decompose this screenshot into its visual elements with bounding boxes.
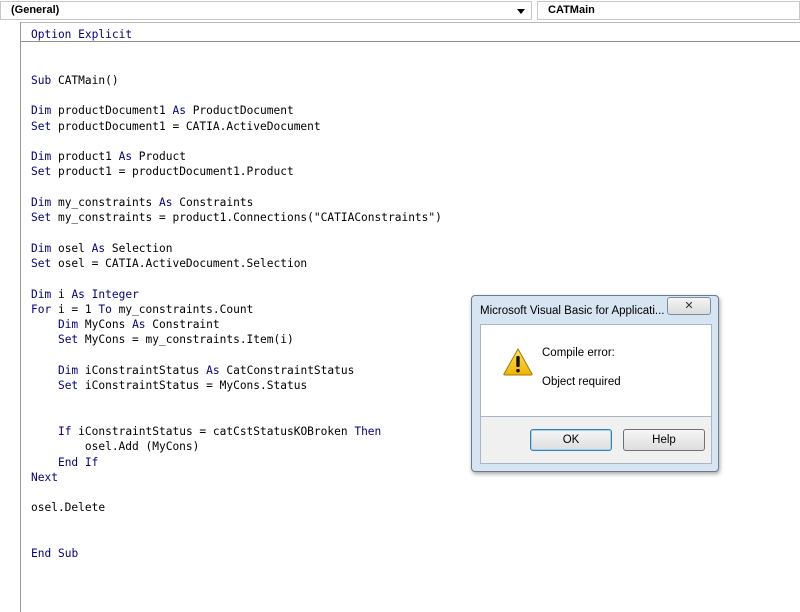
keyword: Set: [57, 333, 79, 347]
help-button[interactable]: Help: [623, 429, 705, 451]
chevron-down-icon[interactable]: [517, 9, 525, 14]
code-line[interactable]: Dim osel As Selection: [31, 241, 172, 256]
keyword: As: [91, 241, 106, 255]
code-line[interactable]: Dim productDocument1 As ProductDocument: [31, 103, 294, 118]
keyword: Dim: [57, 318, 79, 332]
object-combo-value: (General): [11, 4, 60, 16]
procedure-combo-value: CATMain: [548, 4, 595, 16]
code-line[interactable]: Set productDocument1 = CATIA.ActiveDocum…: [31, 119, 321, 134]
keyword: As: [71, 287, 85, 301]
compile-error-dialog: Microsoft Visual Basic for Applicati... …: [471, 295, 719, 472]
code-line[interactable]: Dim iConstraintStatus As CatConstraintSt…: [31, 363, 354, 378]
keyword: Sub: [57, 547, 79, 561]
code-line[interactable]: Set osel = CATIA.ActiveDocument.Selectio…: [31, 256, 307, 271]
ok-button[interactable]: OK: [530, 429, 612, 451]
keyword: Dim: [31, 195, 52, 209]
object-combo[interactable]: (General): [0, 1, 532, 20]
keyword: End: [57, 455, 79, 469]
keyword: As: [132, 318, 146, 332]
keyword: Next: [31, 470, 58, 484]
keyword: Explicit: [78, 28, 133, 41]
keyword: Dim: [31, 150, 52, 164]
keyword: Sub: [31, 73, 52, 87]
keyword: End: [31, 547, 52, 561]
code-line[interactable]: Set product1 = productDocument1.Product: [31, 164, 294, 179]
code-line[interactable]: Set MyCons = my_constraints.Item(i): [31, 332, 294, 347]
keyword: Then: [354, 425, 382, 439]
keyword: Set: [31, 211, 52, 225]
code-window-toolbar: (General) CATMain: [0, 0, 800, 23]
code-line[interactable]: osel.Delete: [31, 500, 105, 515]
dialog-body: Compile error: Object required: [480, 324, 712, 417]
procedure-combo[interactable]: CATMain: [537, 1, 800, 20]
code-line[interactable]: Sub CATMain(): [31, 73, 119, 88]
code-line[interactable]: osel.Add (MyCons): [31, 439, 200, 454]
code-line[interactable]: Set my_constraints = product1.Connection…: [31, 210, 442, 225]
keyword: Option: [31, 28, 72, 41]
keyword: As: [172, 104, 186, 118]
error-title: Compile error:: [542, 347, 615, 359]
code-line[interactable]: If iConstraintStatus = catCstStatusKOBro…: [31, 424, 381, 439]
keyword: Dim: [31, 104, 52, 118]
code-line[interactable]: Option Explicit: [31, 27, 132, 42]
keyword: Set: [31, 257, 52, 271]
keyword: For: [31, 302, 52, 316]
code-line[interactable]: For i = 1 To my_constraints.Count: [31, 302, 253, 317]
code-line[interactable]: End If: [31, 455, 98, 470]
keyword: If: [84, 455, 99, 469]
keyword: Set: [57, 379, 79, 393]
keyword: Set: [31, 119, 52, 133]
code-line[interactable]: Next: [31, 470, 58, 485]
code-line[interactable]: End Sub: [31, 546, 78, 561]
keyword: Set: [31, 165, 52, 179]
close-icon: ✕: [684, 300, 694, 312]
keyword: To: [98, 302, 112, 316]
declarations-separator: [21, 41, 800, 42]
error-message: Object required: [542, 376, 621, 388]
keyword: As: [159, 195, 173, 209]
keyword: Integer: [91, 287, 139, 301]
dialog-title: Microsoft Visual Basic for Applicati...: [480, 305, 665, 317]
code-line[interactable]: Dim product1 As Product: [31, 149, 186, 164]
keyword: As: [206, 363, 220, 377]
keyword: Dim: [31, 287, 52, 301]
code-line[interactable]: Dim my_constraints As Constraints: [31, 195, 253, 210]
close-button[interactable]: ✕: [667, 297, 711, 315]
dialog-footer: OK Help: [480, 417, 712, 464]
keyword: If: [57, 425, 72, 439]
code-line[interactable]: Dim MyCons As Constraint: [31, 317, 220, 332]
keyword: Dim: [31, 241, 52, 255]
code-line[interactable]: Set iConstraintStatus = MyCons.Status: [31, 378, 307, 393]
margin-indicator-bar[interactable]: [0, 22, 21, 612]
code-line[interactable]: Dim i As Integer: [31, 287, 139, 302]
keyword: As: [118, 150, 133, 164]
warning-icon: [503, 348, 533, 376]
keyword: Dim: [57, 363, 79, 377]
